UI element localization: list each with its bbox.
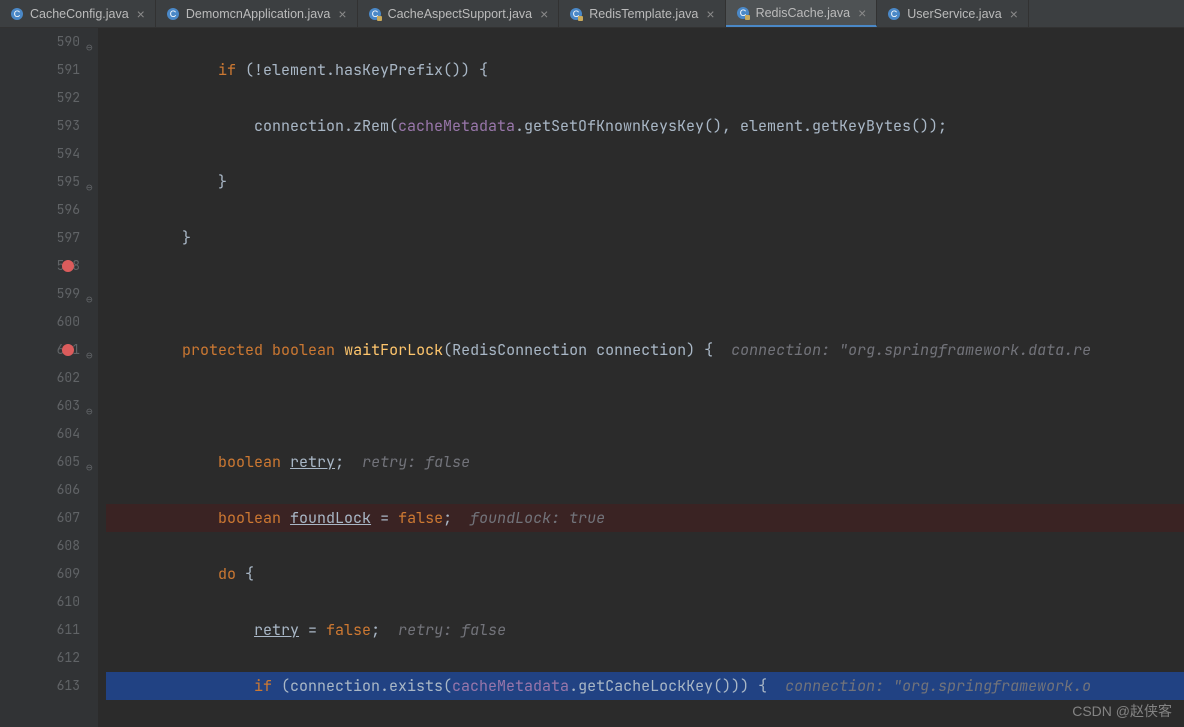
line-number[interactable]: 593 <box>0 112 80 140</box>
tab-label: CacheAspectSupport.java <box>388 7 533 21</box>
line-number[interactable]: 613 <box>0 672 80 700</box>
java-lib-class-icon: C <box>736 6 750 20</box>
line-number[interactable]: 611 <box>0 616 80 644</box>
tab-label: DemomcnApplication.java <box>186 7 331 21</box>
line-number[interactable]: 608 <box>0 532 80 560</box>
close-icon[interactable]: × <box>540 8 548 20</box>
svg-text:C: C <box>891 9 898 19</box>
close-icon[interactable]: × <box>1010 8 1018 20</box>
fold-icon[interactable]: ⊖ <box>86 34 93 62</box>
java-class-icon: C <box>887 7 901 21</box>
line-number[interactable]: 590 <box>0 28 80 56</box>
line-number[interactable]: 592 <box>0 84 80 112</box>
code-line[interactable]: } <box>106 168 1184 196</box>
line-number[interactable]: 597 <box>0 224 80 252</box>
breakpoint-icon[interactable] <box>62 260 74 272</box>
tab-redistemplate[interactable]: C RedisTemplate.java × <box>559 0 725 27</box>
watermark: CSDN @赵侠客 <box>1072 701 1172 721</box>
close-icon[interactable]: × <box>338 8 346 20</box>
tab-label: RedisCache.java <box>756 6 851 20</box>
line-number[interactable]: 604 <box>0 420 80 448</box>
close-icon[interactable]: × <box>706 8 714 20</box>
svg-text:C: C <box>14 9 21 19</box>
code-line[interactable]: retry = false; retry: false <box>106 616 1184 644</box>
fold-icon[interactable]: ⊖ <box>86 286 93 314</box>
fold-icon[interactable]: ⊖ <box>86 398 93 426</box>
line-number[interactable]: 596 <box>0 196 80 224</box>
tab-rediscache[interactable]: C RedisCache.java × <box>726 0 878 27</box>
line-number[interactable]: 609 <box>0 560 80 588</box>
code-line[interactable]: if (connection.exists(cacheMetadata.getC… <box>106 672 1184 700</box>
fold-icon[interactable]: ⊖ <box>86 342 93 370</box>
code-line[interactable]: } <box>106 224 1184 252</box>
code-line[interactable]: do { <box>106 560 1184 588</box>
fold-icon[interactable]: ⊖ <box>86 454 93 482</box>
tab-cacheaspectsupport[interactable]: C CacheAspectSupport.java × <box>358 0 560 27</box>
code-line[interactable] <box>106 280 1184 308</box>
svg-text:C: C <box>170 9 177 19</box>
tab-userservice[interactable]: C UserService.java × <box>877 0 1029 27</box>
code-line[interactable]: if (!element.hasKeyPrefix()) { <box>106 56 1184 84</box>
tab-label: RedisTemplate.java <box>589 7 698 21</box>
line-number[interactable]: 594 <box>0 140 80 168</box>
line-number[interactable]: 610 <box>0 588 80 616</box>
line-number[interactable]: 600 <box>0 308 80 336</box>
code-line[interactable]: boolean foundLock = false; foundLock: tr… <box>106 504 1184 532</box>
close-icon[interactable]: × <box>858 7 866 19</box>
editor: 590 591 592 593 594 595 596 597 598 599 … <box>0 28 1184 727</box>
java-lib-class-icon: C <box>569 7 583 21</box>
code-line[interactable]: protected boolean waitForLock(RedisConne… <box>106 336 1184 364</box>
java-class-icon: C <box>166 7 180 21</box>
close-icon[interactable]: × <box>137 8 145 20</box>
java-class-icon: C <box>10 7 24 21</box>
code-line[interactable]: connection.zRem(cacheMetadata.getSetOfKn… <box>106 112 1184 140</box>
gutter[interactable]: 590 591 592 593 594 595 596 597 598 599 … <box>0 28 98 727</box>
line-number[interactable]: 602 <box>0 364 80 392</box>
breakpoint-icon[interactable] <box>62 344 74 356</box>
line-number[interactable]: 595 <box>0 168 80 196</box>
code-area[interactable]: if (!element.hasKeyPrefix()) { connectio… <box>98 28 1184 727</box>
line-number[interactable]: 603 <box>0 392 80 420</box>
line-number[interactable]: 605 <box>0 448 80 476</box>
line-number[interactable]: 607 <box>0 504 80 532</box>
line-number[interactable]: 591 <box>0 56 80 84</box>
tab-demomcnapplication[interactable]: C DemomcnApplication.java × <box>156 0 358 27</box>
java-lib-class-icon: C <box>368 7 382 21</box>
fold-icon[interactable]: ⊖ <box>86 174 93 202</box>
tab-bar: C CacheConfig.java × C DemomcnApplicatio… <box>0 0 1184 28</box>
line-number[interactable]: 606 <box>0 476 80 504</box>
tab-label: CacheConfig.java <box>30 7 129 21</box>
code-line[interactable] <box>106 392 1184 420</box>
line-number[interactable]: 612 <box>0 644 80 672</box>
tab-label: UserService.java <box>907 7 1001 21</box>
tab-cacheconfig[interactable]: C CacheConfig.java × <box>0 0 156 27</box>
line-number[interactable]: 599 <box>0 280 80 308</box>
code-line[interactable]: boolean retry; retry: false <box>106 448 1184 476</box>
